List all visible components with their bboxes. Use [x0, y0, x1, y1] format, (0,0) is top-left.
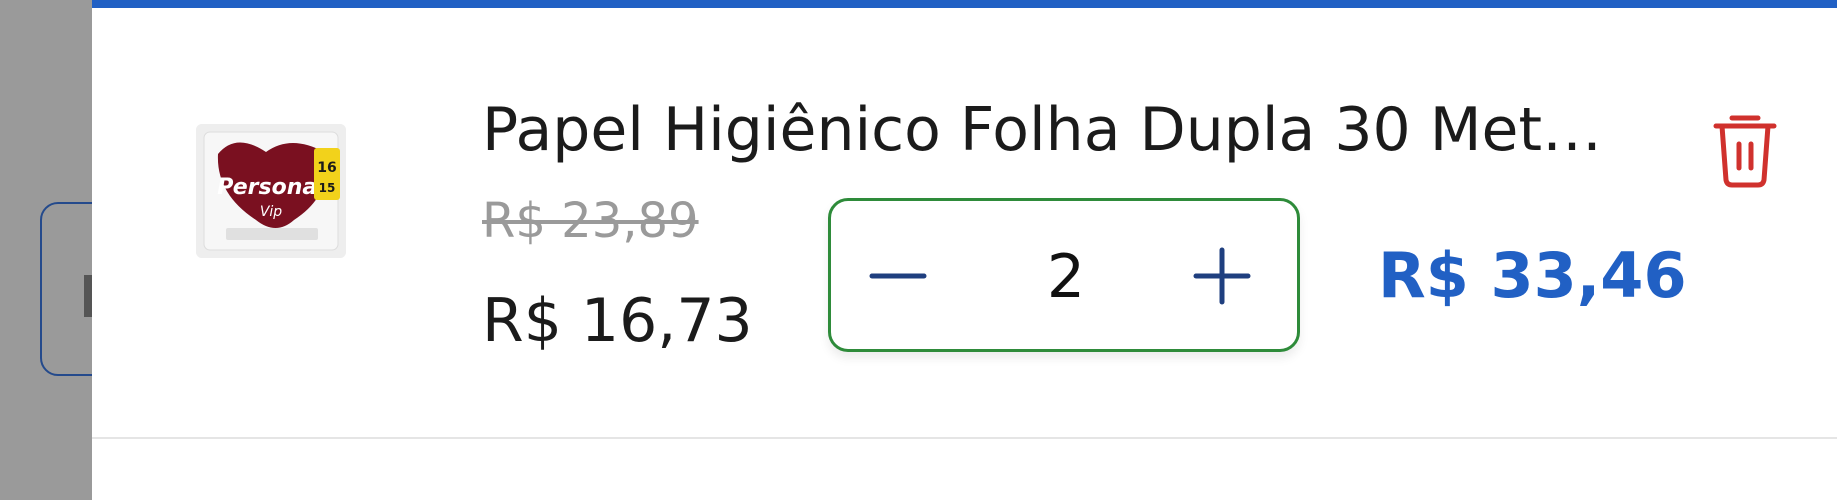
increment-button[interactable]	[1185, 239, 1259, 313]
top-accent-bar	[92, 0, 1837, 8]
svg-text:Personal: Personal	[217, 175, 325, 200]
line-total-price: R$ 33,46	[1378, 239, 1687, 312]
cart-panel: Personal Vip 16 15 Papel Higiênico Folha…	[92, 0, 1837, 500]
row-divider	[92, 437, 1837, 439]
product-name[interactable]: Papel Higiênico Folha Dupla 30 Met…	[482, 94, 1744, 166]
trash-icon	[1713, 115, 1777, 188]
product-image[interactable]: Personal Vip 16 15	[196, 124, 346, 258]
minus-icon	[869, 273, 927, 279]
unit-price: R$ 16,73	[482, 286, 753, 356]
quantity-stepper[interactable]: 2	[828, 198, 1300, 352]
original-price: R$ 23,89	[482, 193, 699, 249]
decrement-button[interactable]	[861, 239, 935, 313]
plus-icon	[1193, 247, 1251, 305]
svg-text:Vip: Vip	[260, 204, 282, 220]
svg-text:16: 16	[317, 160, 336, 176]
remove-item-button[interactable]	[1710, 108, 1780, 188]
quantity-value[interactable]: 2	[981, 241, 1151, 313]
background-glyph	[84, 275, 92, 317]
svg-text:15: 15	[319, 181, 336, 195]
